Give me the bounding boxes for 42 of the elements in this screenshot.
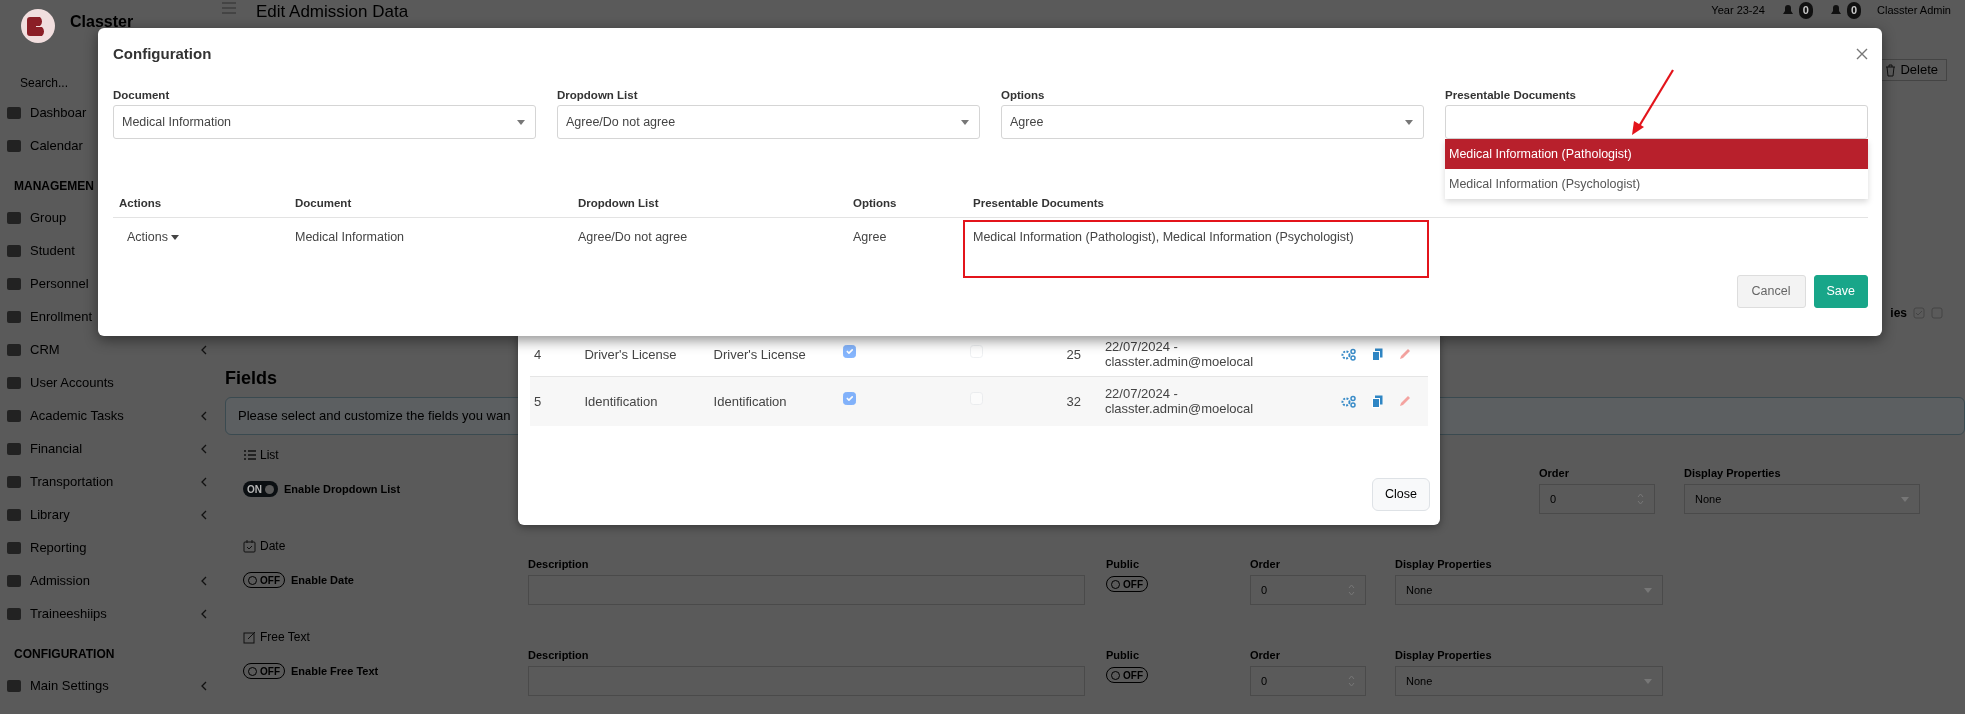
table-cell: Medical Information (Pathologist), Medical Information (Psychologist): [973, 229, 1354, 244]
field-label: Description: [528, 648, 590, 661]
page-title: Edit Admission Data: [256, 2, 409, 22]
section-label: List: [260, 447, 279, 464]
field-label: Document: [113, 88, 171, 103]
column-label: ies: [1890, 305, 1907, 322]
table-cell: Driver's License: [713, 346, 806, 362]
field-label: Dropdown List: [557, 88, 639, 103]
field-label: Display Properties: [1395, 557, 1493, 570]
table-cell: 4: [534, 346, 542, 362]
field-label: Presentable Documents: [1445, 88, 1577, 103]
field-label: Display Properties: [1684, 466, 1782, 479]
table-cell: 25: [1066, 346, 1081, 362]
table-cell-text: 22/07/2024 - classter.admin@moelocal: [1104, 339, 1255, 370]
column-header: Options: [847, 191, 967, 217]
field-label: Public: [1106, 557, 1140, 570]
field-label: Order: [1250, 648, 1281, 661]
table-cell: Medical Information: [295, 229, 405, 244]
column-header: Dropdown List: [572, 191, 847, 217]
table-cell: Driver's License: [584, 346, 677, 362]
field-label: Description: [528, 557, 590, 570]
modal-title: Configuration: [113, 43, 212, 64]
field-label: Display Properties: [1395, 648, 1493, 661]
section-label: Free Text: [260, 629, 310, 646]
section-label: Date: [260, 538, 286, 555]
sidebar-heading: CONFIGURATION: [13, 646, 116, 663]
field-label: Public: [1106, 648, 1140, 661]
logo-text: Classter: [70, 12, 134, 32]
field-label: Options: [1001, 88, 1046, 103]
field-label: Order: [1250, 557, 1281, 570]
count-badge: 0: [1798, 2, 1813, 19]
toggle-label: Enable Free Text: [291, 663, 379, 679]
count-badge: 0: [1846, 2, 1861, 19]
toggle-label: Enable Date: [291, 572, 354, 588]
field-label: Order: [1539, 466, 1570, 479]
sidebar-heading: MANAGEMEN: [13, 178, 95, 195]
table-cell: Agree/Do not agree: [578, 229, 688, 244]
table-cell: Agree: [853, 229, 887, 244]
section-title: Fields: [225, 367, 278, 390]
toggle-label: Enable Dropdown List: [284, 481, 401, 497]
column-header: Actions: [113, 191, 289, 217]
column-header: Document: [289, 191, 572, 217]
